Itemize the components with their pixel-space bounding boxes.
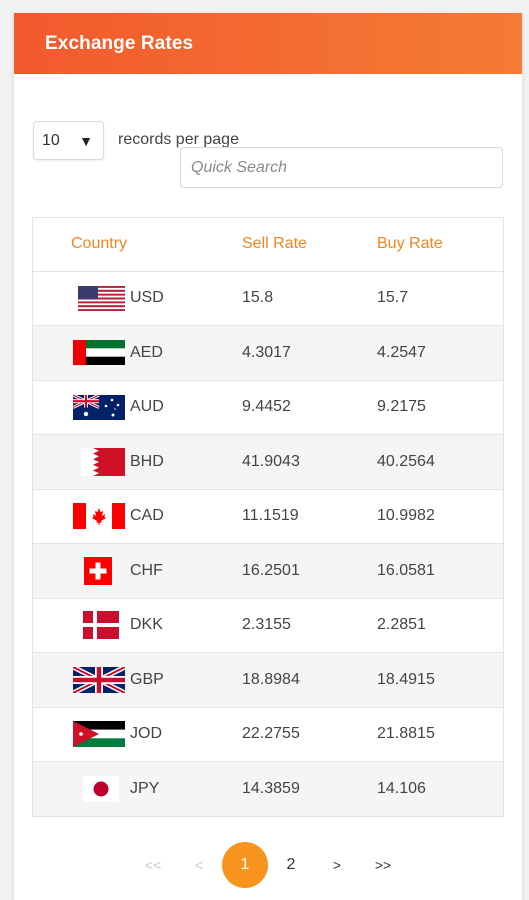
dropdown-caret-icon: ▼ — [79, 132, 93, 149]
next-page-button[interactable]: > — [314, 842, 360, 888]
us-flag-icon — [71, 284, 125, 312]
buy-rate-cell: 10.9982 — [339, 489, 503, 544]
australia-flag-icon — [71, 393, 125, 421]
buy-rate-cell: 18.4915 — [339, 652, 503, 708]
table-row: GBP 18.8984 18.4915 — [33, 652, 503, 708]
sell-rate-cell: 15.8 — [204, 271, 339, 326]
currency-code: CAD — [130, 507, 164, 525]
currency-code: GBP — [130, 670, 164, 688]
table-row: AED 4.3017 4.2547 — [33, 325, 503, 381]
first-page-button[interactable]: << — [130, 842, 176, 888]
last-page-button[interactable]: >> — [360, 842, 406, 888]
bahrain-flag-icon — [71, 447, 125, 476]
canada-flag-icon — [71, 502, 125, 530]
exchange-rates-card: Exchange Rates 10 ▼ records per page Cou… — [14, 13, 522, 900]
jordan-flag-icon — [71, 720, 125, 748]
buy-rate-cell: 15.7 — [339, 271, 503, 326]
buy-rate-cell: 4.2547 — [339, 325, 503, 381]
buy-rate-cell: 9.2175 — [339, 380, 503, 435]
table-row: CAD 11.1519 10.9982 — [33, 489, 503, 544]
sell-rate-cell: 16.2501 — [204, 543, 339, 599]
sell-rate-cell: 41.9043 — [204, 434, 339, 490]
currency-code: BHD — [130, 452, 164, 470]
buy-rate-cell: 40.2564 — [339, 434, 503, 490]
buy-rate-cell: 14.106 — [339, 761, 503, 816]
currency-code: JPY — [130, 780, 160, 797]
exchange-rates-table: Country Sell Rate Buy Rate USD 15.8 15.7… — [32, 217, 504, 817]
page-1-button[interactable]: 1 — [222, 842, 268, 888]
sell-rate-cell: 11.1519 — [204, 489, 339, 544]
column-header-country[interactable]: Country — [33, 218, 204, 272]
column-header-sell-rate[interactable]: Sell Rate — [204, 218, 339, 272]
pagination: << < 1 2 > >> — [14, 842, 522, 888]
sell-rate-cell: 4.3017 — [204, 325, 339, 381]
uae-flag-icon — [71, 339, 125, 367]
sell-rate-cell: 2.3155 — [204, 598, 339, 653]
table-header-row: Country Sell Rate Buy Rate — [33, 218, 503, 272]
sell-rate-cell: 14.3859 — [204, 761, 339, 816]
records-per-page-value: 10 — [42, 131, 60, 149]
page-2-button[interactable]: 2 — [268, 842, 314, 888]
sell-rate-cell: 9.4452 — [204, 380, 339, 435]
table-row: DKK 2.3155 2.2851 — [33, 598, 503, 653]
table-row: BHD 41.9043 40.2564 — [33, 434, 503, 490]
table-row: AUD 9.4452 9.2175 — [33, 380, 503, 435]
denmark-flag-icon — [71, 611, 125, 640]
buy-rate-cell: 2.2851 — [339, 598, 503, 653]
japan-flag-icon — [71, 775, 125, 803]
records-per-page-select[interactable]: 10 ▼ — [33, 121, 104, 160]
table-row: JPY 14.3859 14.106 — [33, 761, 503, 816]
switzerland-flag-icon — [71, 556, 125, 585]
card-header: Exchange Rates — [14, 13, 522, 74]
table-row: USD 15.8 15.7 — [33, 271, 503, 326]
currency-code: DKK — [130, 616, 163, 634]
page-title: Exchange Rates — [45, 32, 194, 54]
currency-code: CHF — [130, 561, 163, 579]
quick-search-input[interactable] — [180, 147, 503, 188]
sell-rate-cell: 22.2755 — [204, 707, 339, 762]
buy-rate-cell: 16.0581 — [339, 543, 503, 599]
currency-code: USD — [130, 289, 164, 307]
table-controls: 10 ▼ records per page — [14, 74, 522, 214]
currency-code: AED — [130, 343, 163, 361]
table-row: JOD 22.2755 21.8815 — [33, 707, 503, 762]
column-header-buy-rate[interactable]: Buy Rate — [339, 218, 503, 272]
currency-code: AUD — [130, 398, 164, 416]
uk-flag-icon — [71, 666, 125, 694]
table-row: CHF 16.2501 16.0581 — [33, 543, 503, 599]
currency-code: JOD — [130, 725, 162, 743]
previous-page-button[interactable]: < — [176, 842, 222, 888]
sell-rate-cell: 18.8984 — [204, 652, 339, 708]
buy-rate-cell: 21.8815 — [339, 707, 503, 762]
